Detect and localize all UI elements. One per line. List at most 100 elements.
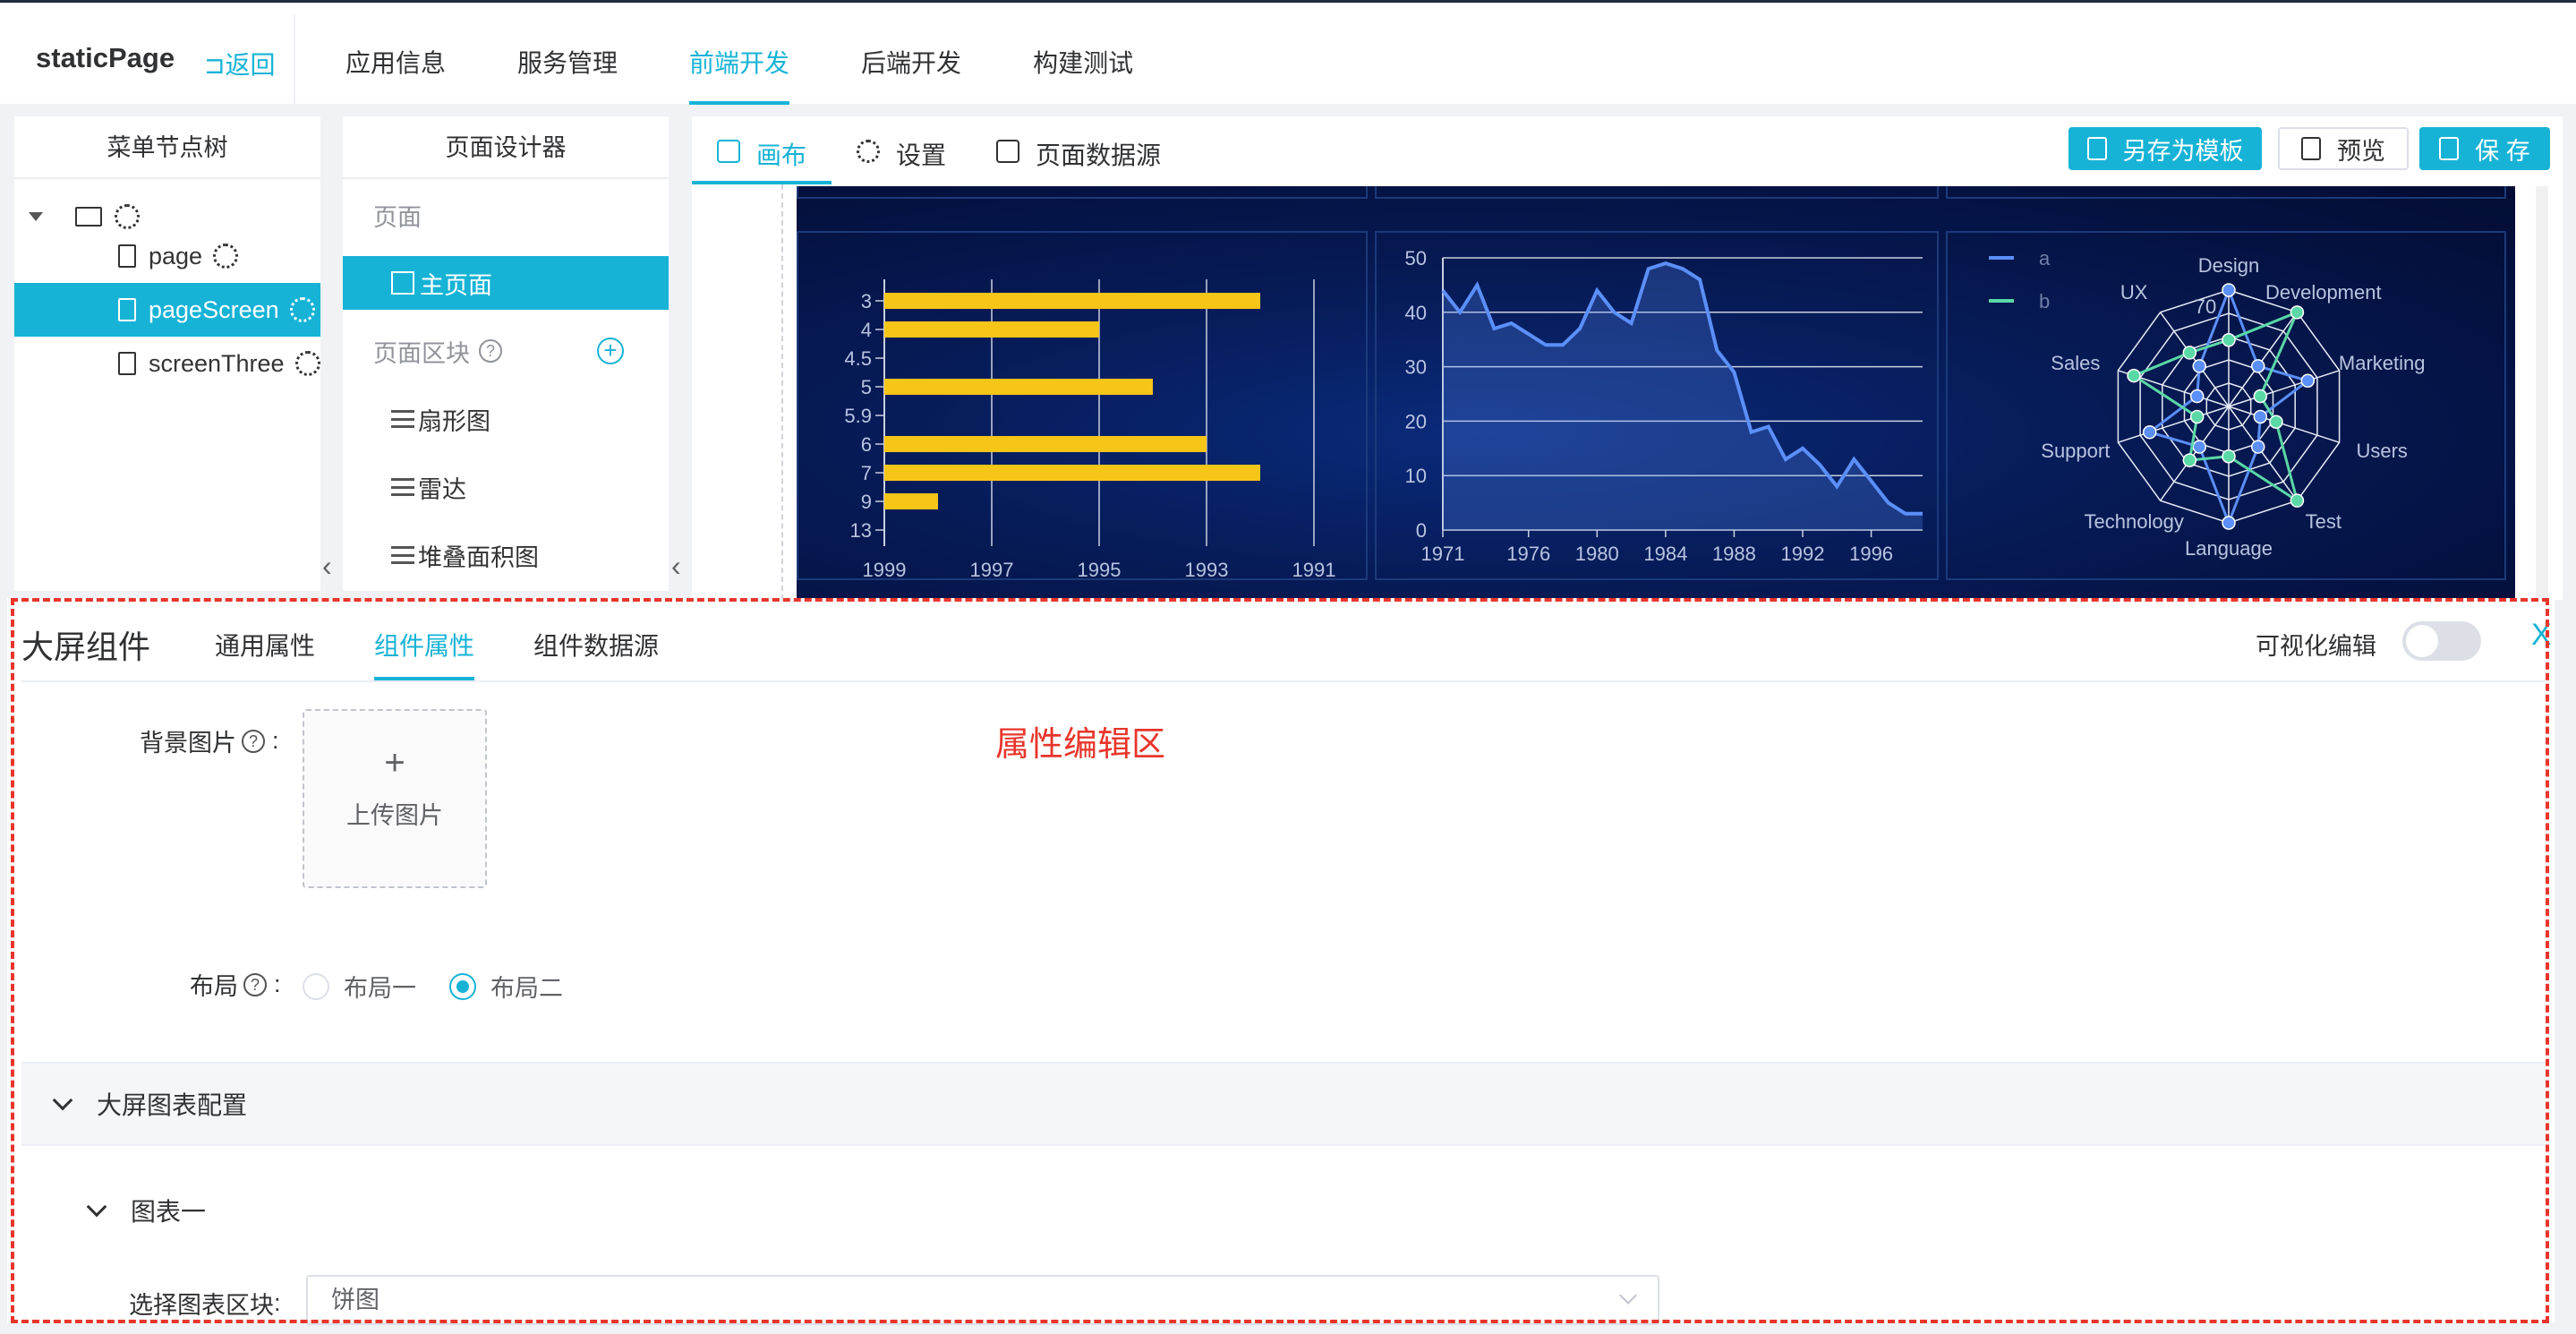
caret-down-icon[interactable] bbox=[29, 212, 43, 221]
save-as-template-button[interactable]: 另存为模板 bbox=[2068, 127, 2262, 170]
plus-icon: + bbox=[384, 743, 405, 782]
radar-point bbox=[2290, 493, 2305, 508]
divider bbox=[21, 680, 2546, 682]
tab-canvas[interactable]: 画布 bbox=[692, 116, 832, 184]
main-nav: 应用信息 服务管理 前端开发 后端开发 构建测试 bbox=[345, 3, 1205, 107]
tree-item-page[interactable]: page bbox=[14, 229, 320, 283]
menu-tree-panel: 菜单节点树 page pageScreen screenThree bbox=[14, 116, 320, 591]
y-tick-label: 7 bbox=[861, 462, 872, 484]
collapse-left-icon[interactable]: ‹ bbox=[671, 550, 681, 583]
x-tick-label: 1988 bbox=[1712, 543, 1756, 565]
help-icon[interactable]: ? bbox=[243, 972, 267, 996]
radar-point bbox=[2269, 415, 2283, 429]
x-tick-label: 1984 bbox=[1643, 543, 1687, 565]
radar-chart: Design Development Marketing Users Test Langu… bbox=[1989, 247, 2425, 560]
bar bbox=[884, 465, 1260, 481]
gear-icon[interactable] bbox=[294, 351, 320, 376]
block-item-stacked-area[interactable]: 堆叠面积图 bbox=[343, 528, 669, 582]
tree-item-screenthree[interactable]: screenThree bbox=[14, 337, 320, 390]
radar-point bbox=[2189, 389, 2205, 404]
canvas-panel: 画布 设置 页面数据源 另存为模板 预览 保 存 1999 1997 1995 199… bbox=[692, 116, 2563, 600]
y-tick-label: 30 bbox=[1405, 356, 1427, 379]
radar-point bbox=[2222, 449, 2236, 464]
collapse-title: 图表一 bbox=[131, 1198, 207, 1226]
area-fill bbox=[1443, 263, 1923, 530]
radio-circle[interactable] bbox=[303, 972, 329, 1000]
gear-icon[interactable] bbox=[115, 204, 140, 229]
chart-one-collapse[interactable]: 图表一 bbox=[79, 1193, 206, 1228]
close-icon[interactable]: X bbox=[2531, 618, 2552, 653]
chart-config-collapse[interactable]: 大屏图表配置 bbox=[21, 1062, 2546, 1146]
help-icon[interactable]: ? bbox=[479, 339, 502, 363]
nav-service-mgmt[interactable]: 服务管理 bbox=[517, 3, 618, 107]
tree-item-label: pageScreen bbox=[149, 295, 279, 323]
block-section-label: 页面区块 bbox=[373, 339, 470, 367]
radar-spoke bbox=[2228, 406, 2340, 443]
select-block-field-label: 选择图表区块: bbox=[129, 1286, 281, 1321]
canvas-scrollbar[interactable] bbox=[2536, 186, 2548, 600]
radar-point bbox=[2253, 389, 2268, 404]
collapse-left-icon[interactable]: ‹ bbox=[322, 550, 332, 583]
bar bbox=[884, 436, 1207, 452]
tab-component-props[interactable]: 组件属性 bbox=[374, 598, 475, 680]
tab-component-datasource[interactable]: 组件数据源 bbox=[533, 598, 659, 680]
radar-point bbox=[2250, 359, 2265, 373]
copy-icon bbox=[2086, 137, 2107, 160]
tab-label: 设置 bbox=[896, 141, 947, 169]
button-label: 预览 bbox=[2337, 137, 2385, 165]
canvas-icon bbox=[717, 140, 740, 163]
tab-settings[interactable]: 设置 bbox=[832, 116, 971, 184]
top-bar: staticPage ⊐返回 应用信息 服务管理 前端开发 后端开发 构建测试 bbox=[0, 0, 2576, 107]
tab-label: 页面数据源 bbox=[1036, 141, 1162, 169]
screen-cell bbox=[1946, 186, 2506, 199]
list-icon bbox=[391, 546, 414, 564]
big-screen-preview[interactable]: 1999 1997 1995 1993 1991 3 4 4.5 5 5.9 6 7 9 13 0 10 20… bbox=[797, 186, 2515, 600]
legend-label: a bbox=[2039, 247, 2051, 269]
chart-block-select[interactable]: 饼图 bbox=[306, 1275, 1659, 1325]
button-label: 保 存 bbox=[2475, 137, 2530, 165]
nav-backend-dev[interactable]: 后端开发 bbox=[861, 3, 961, 107]
help-icon[interactable]: ? bbox=[242, 729, 265, 753]
tree-item-pagescreen[interactable]: pageScreen bbox=[14, 283, 320, 337]
tab-page-datasource[interactable]: 页面数据源 bbox=[971, 116, 1186, 184]
nav-build-test[interactable]: 构建测试 bbox=[1033, 3, 1133, 107]
radar-point bbox=[2189, 409, 2205, 424]
visual-edit-toggle[interactable] bbox=[2402, 621, 2481, 661]
nav-frontend-dev[interactable]: 前端开发 bbox=[689, 3, 790, 107]
upload-image-box[interactable]: + 上传图片 bbox=[303, 709, 487, 888]
radar-point bbox=[2300, 373, 2316, 389]
block-item-radar[interactable]: 雷达 bbox=[343, 460, 669, 514]
gear-icon[interactable] bbox=[213, 244, 239, 269]
main-page-item[interactable]: 主页面 bbox=[343, 256, 669, 310]
preview-button[interactable]: 预览 bbox=[2278, 127, 2409, 170]
radar-indicator-label: Technology bbox=[2085, 510, 2184, 533]
bar bbox=[884, 493, 938, 509]
radar-indicator-label: Test bbox=[2306, 510, 2341, 533]
layout-field-label: 布局 ?: bbox=[190, 967, 281, 1002]
back-link[interactable]: ⊐返回 bbox=[204, 46, 275, 81]
y-tick-label: 6 bbox=[861, 433, 872, 456]
nav-app-info[interactable]: 应用信息 bbox=[345, 3, 446, 107]
document-icon bbox=[118, 352, 136, 375]
layout-radio-one[interactable]: 布局一 bbox=[303, 969, 416, 1004]
radar-indicator-label: UX bbox=[2120, 281, 2148, 304]
block-item-label: 扇形图 bbox=[418, 407, 490, 435]
area-chart: 0 10 20 30 40 50 1971 1976 1980 1984 1988 1992 1996 bbox=[1405, 247, 1923, 565]
list-icon bbox=[391, 410, 414, 428]
block-item-pie[interactable]: 扇形图 bbox=[343, 392, 669, 446]
radar-point bbox=[2222, 332, 2236, 347]
radar-point bbox=[2222, 283, 2236, 297]
save-button[interactable]: 保 存 bbox=[2419, 127, 2550, 170]
y-tick-label: 50 bbox=[1405, 247, 1427, 269]
property-panel: 大屏组件 通用属性 组件属性 组件数据源 可视化编辑 X 背景图片 ?: + 上… bbox=[7, 598, 2555, 1325]
folder-open-icon bbox=[75, 207, 102, 227]
layout-radio-two[interactable]: 布局二 bbox=[449, 969, 563, 1004]
x-tick-label: 1993 bbox=[1185, 559, 1229, 580]
radar-indicator-label: Support bbox=[2041, 440, 2110, 462]
x-tick-label: 1980 bbox=[1575, 543, 1619, 565]
chevron-down-icon bbox=[52, 1090, 73, 1111]
gear-icon[interactable] bbox=[289, 297, 315, 322]
radio-circle[interactable] bbox=[449, 972, 476, 1000]
add-block-icon[interactable]: + bbox=[597, 338, 624, 364]
tab-common-props[interactable]: 通用属性 bbox=[215, 598, 315, 680]
